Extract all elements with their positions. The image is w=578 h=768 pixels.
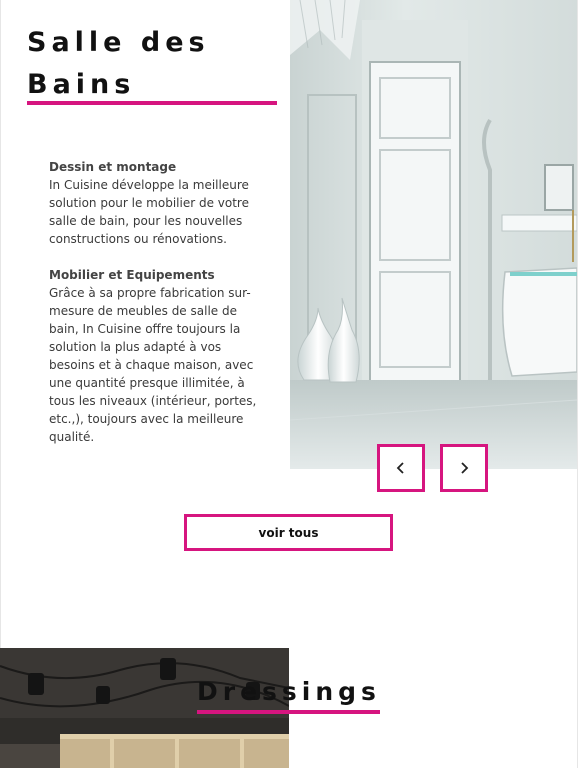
dressings-photo [0, 648, 289, 768]
section-description: Dessin et montage In Cuisine développe l… [49, 158, 264, 464]
paragraph-mobilier-equipements: Grâce à sa propre fabrication sur-mesure… [49, 286, 257, 444]
paragraph-dessin-montage: In Cuisine développe la meilleure soluti… [49, 178, 249, 246]
section-title-salle-des-bains: Salle des Bains [27, 27, 210, 100]
carousel-next-button[interactable] [440, 444, 488, 492]
title-underline-dressings [197, 710, 380, 714]
chevron-right-icon [461, 462, 469, 474]
bathroom-illustration [290, 0, 577, 469]
bathroom-photo [290, 0, 577, 469]
section-title-dressings: Dressings [197, 677, 381, 706]
subheading-dessin-montage: Dessin et montage [49, 160, 177, 174]
dressings-illustration [0, 648, 289, 768]
title-underline [27, 101, 277, 105]
carousel-prev-button[interactable] [377, 444, 425, 492]
chevron-left-icon [396, 462, 404, 474]
subheading-mobilier-equipements: Mobilier et Equipements [49, 268, 215, 282]
voir-tous-button[interactable]: voir tous [184, 514, 393, 551]
